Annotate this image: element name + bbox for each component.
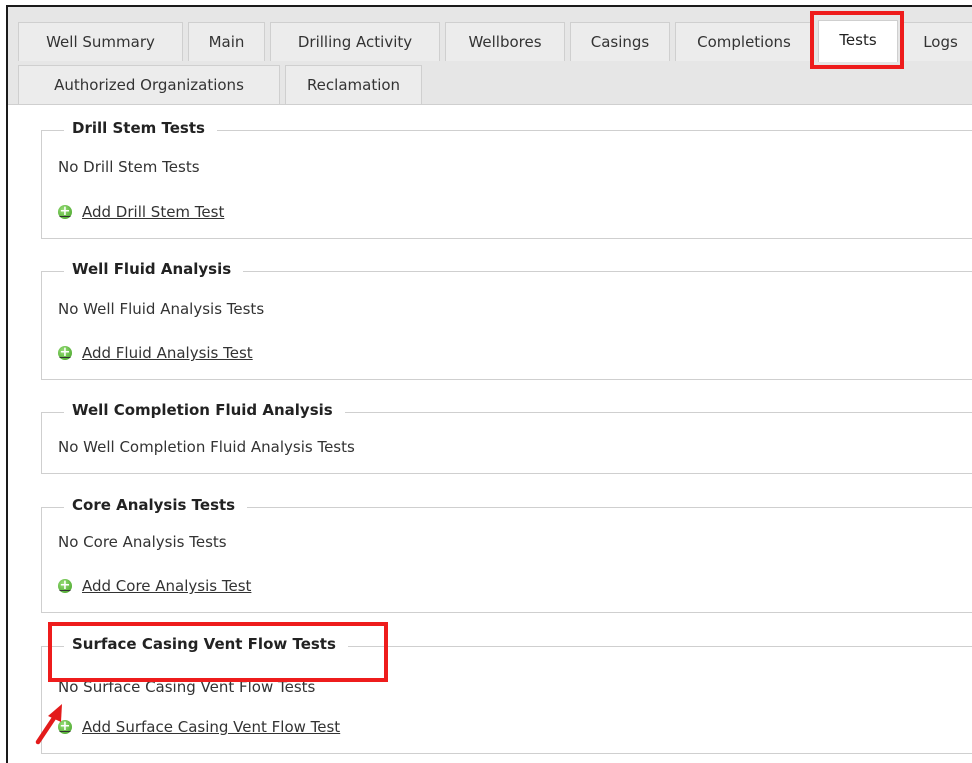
add-drill-stem-test-link[interactable]: + Add Drill Stem Test: [58, 203, 224, 221]
section-title: Drill Stem Tests: [64, 119, 217, 137]
empty-message: No Drill Stem Tests: [58, 158, 200, 176]
section-core-analysis-tests: Core Analysis Tests No Core Analysis Tes…: [41, 496, 972, 613]
empty-message: No Core Analysis Tests: [58, 533, 227, 551]
tab-logs[interactable]: Logs: [903, 22, 972, 61]
section-title: Core Analysis Tests: [64, 496, 248, 514]
plus-circle-icon: +: [58, 578, 72, 593]
tab-authorized-organizations[interactable]: Authorized Organizations: [18, 65, 280, 104]
plus-circle-icon: +: [58, 204, 72, 219]
tab-casings[interactable]: Casings: [570, 22, 670, 61]
add-link-label: Add Surface Casing Vent Flow Test: [82, 718, 341, 736]
tab-reclamation[interactable]: Reclamation: [285, 65, 422, 104]
add-link-label: Add Drill Stem Test: [82, 203, 225, 221]
section-well-fluid-analysis: Well Fluid Analysis No Well Fluid Analys…: [41, 260, 972, 380]
empty-message: No Surface Casing Vent Flow Tests: [58, 678, 316, 696]
section-drill-stem-tests: Drill Stem Tests No Drill Stem Tests + A…: [41, 119, 972, 239]
section-well-completion-fluid-analysis: Well Completion Fluid Analysis No Well C…: [41, 401, 972, 474]
tab-drilling-activity[interactable]: Drilling Activity: [270, 22, 440, 61]
add-core-analysis-test-link[interactable]: + Add Core Analysis Test: [58, 577, 251, 595]
empty-message: No Well Completion Fluid Analysis Tests: [58, 438, 355, 456]
well-detail-panel: Well Summary Main Drilling Activity Well…: [6, 5, 972, 763]
tab-bar: Well Summary Main Drilling Activity Well…: [8, 7, 972, 105]
empty-message: No Well Fluid Analysis Tests: [58, 300, 265, 318]
tab-completions[interactable]: Completions: [675, 22, 813, 61]
add-link-label: Add Fluid Analysis Test: [82, 344, 253, 362]
tab-main[interactable]: Main: [188, 22, 265, 61]
red-arrow-icon: [35, 704, 62, 745]
tab-well-summary[interactable]: Well Summary: [18, 22, 183, 61]
tab-wellbores[interactable]: Wellbores: [445, 22, 565, 61]
section-title: Surface Casing Vent Flow Tests: [64, 635, 348, 653]
plus-circle-icon: +: [58, 345, 72, 360]
add-fluid-analysis-test-link[interactable]: + Add Fluid Analysis Test: [58, 344, 253, 362]
add-surface-casing-vent-flow-test-link[interactable]: + Add Surface Casing Vent Flow Test: [58, 718, 340, 736]
section-title: Well Completion Fluid Analysis: [64, 401, 345, 419]
section-title: Well Fluid Analysis: [64, 260, 244, 278]
tab-tests[interactable]: Tests: [818, 20, 898, 62]
add-link-label: Add Core Analysis Test: [82, 577, 252, 595]
section-surface-casing-vent-flow-tests: Surface Casing Vent Flow Tests No Surfac…: [41, 635, 972, 754]
